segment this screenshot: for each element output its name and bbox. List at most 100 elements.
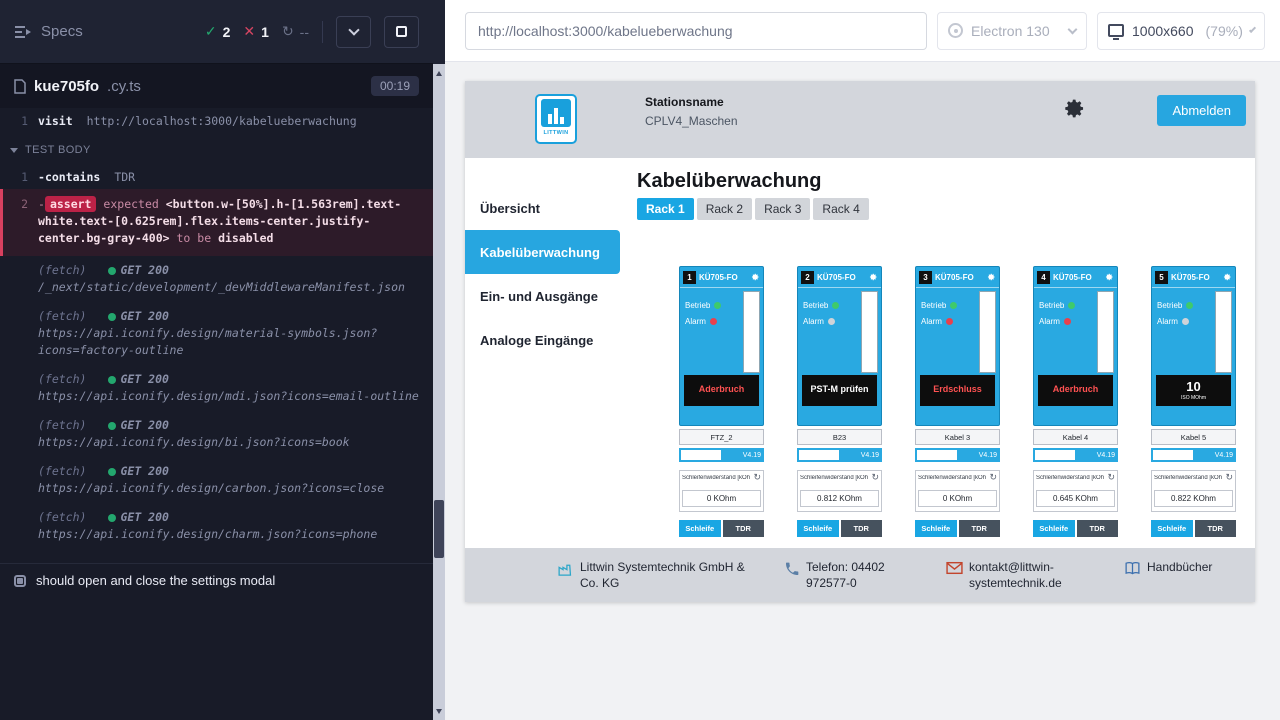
command-visit[interactable]: 1 visithttp://localhost:3000/kabelueberw… — [0, 110, 433, 133]
card-gear-icon[interactable] — [986, 272, 996, 282]
tdr-button[interactable]: TDR — [959, 520, 1001, 537]
card-model: KÜ705-FO — [1053, 273, 1092, 282]
logo-icon — [541, 99, 571, 127]
card-number: 1 — [683, 271, 696, 284]
level-indicator — [1215, 291, 1232, 373]
loop-resistance-value: 0 KOhm — [682, 490, 761, 507]
browser-selector[interactable]: Electron 130 — [937, 12, 1087, 50]
specs-list-icon — [14, 25, 32, 39]
alarm-led — [710, 318, 717, 325]
schleife-button[interactable]: Schleife — [797, 520, 839, 537]
aut-container: LITTWIN Stationsname CPLV4_Maschen Abmel… — [445, 62, 1280, 720]
specs-button[interactable]: Specs — [14, 23, 83, 40]
refresh-icon[interactable]: ↻ — [989, 473, 997, 482]
test-body-label: TEST BODY — [25, 142, 91, 159]
refresh-icon[interactable]: ↻ — [753, 473, 761, 482]
cypress-runner-panel: Specs ✓2 ✕1 ↻-- kue705fo .cy.ts 00:19 1 … — [0, 0, 433, 720]
cable-name-field[interactable]: Kabel 5 — [1151, 429, 1236, 445]
betrieb-led — [1068, 302, 1075, 309]
visit-command: visit — [38, 114, 73, 128]
betrieb-led — [714, 302, 721, 309]
card-gear-icon[interactable] — [1104, 272, 1114, 282]
schleife-button[interactable]: Schleife — [915, 520, 957, 537]
tdr-button[interactable]: TDR — [1077, 520, 1119, 537]
fetch-log-entry[interactable]: (fetch)GET 200 https://api.iconify.desig… — [0, 503, 433, 549]
sidebar-item-uebersicht[interactable]: Übersicht — [465, 186, 620, 230]
tdr-button[interactable]: TDR — [1195, 520, 1237, 537]
firmware-version: V4.19 — [1097, 452, 1115, 459]
fetch-log-entry[interactable]: (fetch)GET 200 /_next/static/development… — [0, 256, 433, 302]
footer-email[interactable]: kontakt@littwin-systemtechnik.de — [946, 560, 1098, 591]
betrieb-led — [950, 302, 957, 309]
level-indicator — [861, 291, 878, 373]
specs-label: Specs — [41, 23, 83, 40]
fetch-log-entry[interactable]: (fetch)GET 200 https://api.iconify.desig… — [0, 411, 433, 457]
status-display: PST-M prüfen — [802, 375, 877, 406]
alarm-led — [1182, 318, 1189, 325]
viewport-selector[interactable]: 1000x660 (79%) — [1097, 12, 1265, 50]
schleife-button[interactable]: Schleife — [1151, 520, 1193, 537]
app-body: Übersicht Kabelüberwachung Ein- und Ausg… — [465, 158, 1255, 602]
cable-name-field[interactable]: B23 — [797, 429, 882, 445]
sidebar-item-analoge-eingaenge[interactable]: Analoge Eingänge — [465, 318, 620, 362]
status-display: 10 ISO MOhm — [1156, 375, 1231, 406]
card-number: 3 — [919, 271, 932, 284]
fetch-log-entry[interactable]: (fetch)GET 200 https://api.iconify.desig… — [0, 457, 433, 503]
scroll-up-arrow[interactable] — [433, 66, 445, 80]
runner-scrollbar[interactable] — [433, 0, 445, 720]
stop-icon — [396, 26, 407, 37]
refresh-icon[interactable]: ↻ — [1107, 473, 1115, 482]
fetch-log-entry[interactable]: (fetch)GET 200 https://api.iconify.desig… — [0, 302, 433, 365]
logout-button[interactable]: Abmelden — [1157, 95, 1246, 126]
sidebar-item-kabelueberwachung[interactable]: Kabelüberwachung — [465, 230, 620, 274]
app-header: LITTWIN Stationsname CPLV4_Maschen Abmel… — [465, 81, 1255, 158]
scrollbar-thumb[interactable] — [434, 500, 444, 558]
next-test-row[interactable]: should open and close the settings modal — [0, 563, 433, 597]
failed-assert-row[interactable]: 2 -assert expected <button.w-[50%].h-[1.… — [0, 189, 433, 256]
app-footer: Littwin Systemtechnik GmbH & Co. KG Tele… — [465, 548, 1255, 602]
stop-button[interactable] — [384, 16, 419, 48]
test-body-section[interactable]: TEST BODY — [0, 133, 433, 166]
cable-name-field[interactable]: Kabel 4 — [1033, 429, 1118, 445]
status-ok-dot — [108, 376, 116, 384]
refresh-icon[interactable]: ↻ — [1225, 473, 1233, 482]
footer-manuals[interactable]: Handbücher — [1124, 560, 1212, 576]
tdr-button[interactable]: TDR — [841, 520, 883, 537]
card-gear-icon[interactable] — [1222, 272, 1232, 282]
firmware-version: V4.19 — [861, 452, 879, 459]
command-contains[interactable]: 1 -containsTDR — [0, 166, 433, 189]
url-input[interactable] — [465, 12, 927, 50]
tab-rack-3[interactable]: Rack 3 — [755, 198, 810, 220]
device-card-1: 1 KÜ705-FO Betrieb Alarm — [679, 266, 764, 549]
footer-company: Littwin Systemtechnik GmbH & Co. KG — [557, 560, 758, 591]
level-indicator — [1097, 291, 1114, 373]
fetch-log-entry[interactable]: (fetch)GET 200 https://api.iconify.desig… — [0, 365, 433, 411]
collapse-button[interactable] — [336, 16, 371, 48]
card-gear-icon[interactable] — [750, 272, 760, 282]
card-gear-icon[interactable] — [868, 272, 878, 282]
tab-rack-1[interactable]: Rack 1 — [637, 198, 694, 220]
tab-rack-2[interactable]: Rack 2 — [697, 198, 752, 220]
refresh-icon[interactable]: ↻ — [871, 473, 879, 482]
sidebar-item-ein-und-ausgaenge[interactable]: Ein- und Ausgänge — [465, 274, 620, 318]
loop-resistance-section: Schleifenwiderstand [kOhm]↻ 0 KOhm — [679, 470, 764, 512]
station-label: Stationsname — [645, 95, 738, 109]
spec-row[interactable]: kue705fo .cy.ts 00:19 — [0, 64, 433, 108]
tab-rack-4[interactable]: Rack 4 — [813, 198, 868, 220]
tdr-button[interactable]: TDR — [723, 520, 765, 537]
restart-icon: ↻ — [282, 23, 294, 40]
loop-resistance-value: 0.822 KOhm — [1154, 490, 1233, 507]
contains-arg: TDR — [114, 170, 135, 184]
schleife-button[interactable]: Schleife — [679, 520, 721, 537]
version-strip: V4.19 — [1151, 448, 1236, 462]
alarm-led — [946, 318, 953, 325]
status-ok-dot — [108, 514, 116, 522]
cable-name-field[interactable]: Kabel 3 — [915, 429, 1000, 445]
cable-name-field[interactable]: FTZ_2 — [679, 429, 764, 445]
scroll-down-arrow[interactable] — [433, 704, 445, 718]
electron-icon — [948, 23, 963, 38]
screen: Specs ✓2 ✕1 ↻-- kue705fo .cy.ts 00:19 1 … — [0, 0, 1280, 720]
schleife-button[interactable]: Schleife — [1033, 520, 1075, 537]
version-strip: V4.19 — [1033, 448, 1118, 462]
settings-gear-icon[interactable] — [1060, 95, 1087, 127]
